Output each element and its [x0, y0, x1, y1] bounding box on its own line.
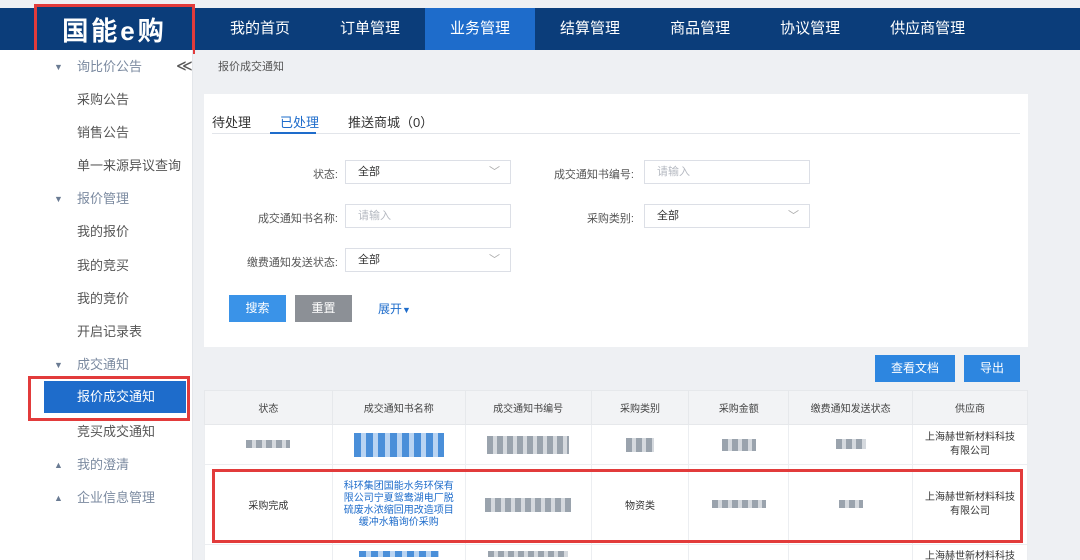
sidebar-group-inquiry[interactable]: ▼ 询比价公告: [0, 55, 170, 79]
notice-name-label: 成交通知书名称:: [257, 213, 338, 225]
highlight-box: [28, 376, 190, 421]
column-header[interactable]: 采购类别: [590, 390, 690, 425]
redacted-cell: [204, 544, 333, 560]
breadcrumb: 报价成交通知: [218, 61, 284, 73]
caret-down-icon: ▼: [402, 305, 411, 315]
sidebar-group-quotation[interactable]: ▼ 报价管理: [0, 187, 170, 211]
column-header[interactable]: 成交通知书名称: [331, 390, 466, 425]
sidebar-item-purchase-notice[interactable]: 采购公告: [77, 88, 129, 112]
sidebar-group-deal-notice[interactable]: ▼ 成交通知: [0, 353, 170, 377]
nav-item-settlement[interactable]: 结算管理: [535, 8, 645, 50]
redacted-link-cell[interactable]: [331, 424, 466, 465]
column-header[interactable]: 成交通知书编号: [464, 390, 592, 425]
tab-push-mall[interactable]: 推送商城（0）: [348, 112, 433, 131]
status-label: 状态:: [312, 169, 338, 181]
redacted-link-cell[interactable]: [331, 544, 466, 560]
table-header-row: 状态 成交通知书名称 成交通知书编号 采购类别 采购金额 缴费通知发送状态 供应…: [204, 390, 1028, 425]
column-header[interactable]: 缴费通知发送状态: [788, 390, 913, 425]
sidebar: ≪ ▼ 询比价公告 采购公告 销售公告 单一来源异议查询 ▼ 报价管理 我的报价…: [0, 50, 193, 560]
column-header[interactable]: 供应商: [912, 390, 1028, 425]
brand-logo-text: 国能e购: [62, 15, 167, 46]
sidebar-group-clarification[interactable]: ▲ 我的澄清: [0, 453, 170, 477]
export-button[interactable]: 导出: [964, 355, 1020, 382]
supplier-cell: 上海赫世新材料科技: [912, 544, 1028, 560]
caret-down-icon: ▼: [54, 194, 63, 204]
sidebar-item-my-bidding[interactable]: 我的竞买: [77, 254, 129, 278]
sidebar-item-open-record[interactable]: 开启记录表: [77, 320, 142, 344]
caret-down-icon: ▼: [54, 62, 63, 72]
notice-no-input[interactable]: 请输入: [644, 160, 810, 184]
redacted-cell: [464, 424, 592, 465]
nav-item-business[interactable]: 业务管理: [425, 8, 536, 50]
sidebar-group-company-info[interactable]: ▲ 企业信息管理: [0, 486, 170, 510]
purchase-type-label: 采购类别:: [586, 213, 634, 225]
active-tab-indicator: [270, 132, 316, 134]
caret-up-icon: ▲: [54, 493, 63, 503]
caret-down-icon: ▼: [54, 360, 63, 370]
nav-item-orders[interactable]: 订单管理: [315, 8, 425, 50]
chevron-down-icon: ﹀: [489, 254, 500, 266]
status-select[interactable]: 全部 ﹀: [345, 160, 511, 184]
reset-button[interactable]: 重置: [295, 295, 352, 322]
nav-item-products[interactable]: 商品管理: [645, 8, 755, 50]
nav-item-home[interactable]: 我的首页: [205, 8, 315, 50]
table-row[interactable]: 上海赫世新材料科技: [204, 544, 1028, 560]
sidebar-item-single-source-objection[interactable]: 单一来源异议查询: [77, 154, 181, 178]
tab-pending[interactable]: 待处理: [212, 112, 251, 131]
send-status-select[interactable]: 全部 ﹀: [345, 248, 511, 272]
highlight-box: [212, 469, 1023, 543]
table-row[interactable]: 上海赫世新材料科技有限公司: [204, 424, 1028, 465]
nav-item-agreements[interactable]: 协议管理: [755, 8, 865, 50]
brand-logo[interactable]: 国能e购: [34, 4, 195, 54]
main-nav: 我的首页 订单管理 业务管理 结算管理 商品管理 协议管理 供应商管理: [205, 8, 990, 50]
redacted-cell: [688, 424, 790, 465]
filter-panel: 待处理 已处理 推送商城（0） 状态: 全部 ﹀ 成交通知书编号: 请输入 成交通…: [204, 94, 1028, 347]
notice-no-label: 成交通知书编号:: [553, 169, 634, 181]
sidebar-item-my-auction[interactable]: 我的竞价: [77, 287, 129, 311]
purchase-type-select[interactable]: 全部 ﹀: [644, 204, 810, 228]
chevron-down-icon: ﹀: [788, 210, 799, 222]
redacted-cell: [788, 544, 913, 560]
nav-item-suppliers[interactable]: 供应商管理: [865, 8, 990, 50]
tab-processed[interactable]: 已处理: [280, 112, 319, 131]
supplier-cell: 上海赫世新材料科技有限公司: [912, 424, 1028, 465]
column-header[interactable]: 状态: [204, 390, 333, 425]
search-button[interactable]: 搜索: [229, 295, 286, 322]
redacted-cell: [688, 544, 790, 560]
view-doc-button[interactable]: 查看文档: [875, 355, 955, 382]
sidebar-item-my-quotation[interactable]: 我的报价: [77, 220, 129, 244]
sidebar-item-auction-deal-notice[interactable]: 竞买成交通知: [77, 420, 155, 444]
redacted-cell: [590, 544, 690, 560]
redacted-cell: [590, 424, 690, 465]
sidebar-item-sales-notice[interactable]: 销售公告: [77, 121, 129, 145]
tab-bar: 待处理 已处理 推送商城（0）: [212, 108, 1020, 134]
column-header[interactable]: 采购金额: [688, 390, 790, 425]
notice-name-input[interactable]: 请输入: [345, 204, 511, 228]
send-status-label: 缴费通知发送状态:: [246, 257, 338, 269]
expand-filters-link[interactable]: 展开▼: [378, 300, 411, 317]
redacted-cell: [464, 544, 592, 560]
caret-up-icon: ▲: [54, 460, 63, 470]
redacted-cell: [788, 424, 913, 465]
redacted-cell: [204, 424, 333, 465]
collapse-sidebar-icon[interactable]: ≪: [176, 56, 193, 76]
